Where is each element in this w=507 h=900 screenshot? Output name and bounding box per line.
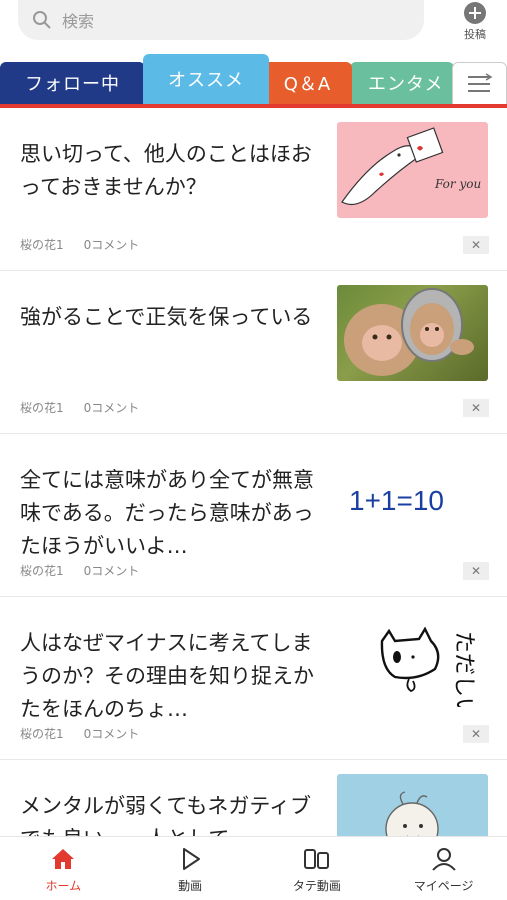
- search-icon: [33, 11, 51, 29]
- search-input[interactable]: 検索: [18, 0, 424, 40]
- nav-label: タテ動画: [292, 879, 341, 893]
- close-icon[interactable]: ✕: [463, 725, 489, 743]
- play-icon: [183, 848, 201, 870]
- list-item[interactable]: 思い切って、他人のことはほおっておきませんか？ For you 桜の花1 0コメン…: [0, 108, 507, 271]
- thumbnail-text: 1+1=10: [349, 485, 444, 516]
- author-name: 桜の花1: [20, 401, 64, 415]
- article-meta: 桜の花1 0コメント: [20, 725, 139, 742]
- list-item[interactable]: 全てには意味があり全てが無意味である。だったら意味があったほうがいいよ… 1+1…: [0, 434, 507, 597]
- comment-count: 0コメント: [83, 238, 140, 252]
- nav-video[interactable]: 動画: [127, 837, 254, 900]
- list-item[interactable]: 人はなぜマイナスに考えてしまうのか？その理由を知り捉えかたをほんのちょ… ただし…: [0, 597, 507, 760]
- article-meta: 桜の花1 0コメント: [20, 236, 139, 253]
- article-meta: 桜の花1 0コメント: [20, 562, 139, 579]
- handwritten-text: ただしい: [451, 631, 476, 707]
- nav-label: 動画: [178, 879, 203, 893]
- tab-qa[interactable]: Q＆A: [263, 62, 352, 104]
- vertical-video-icon: [303, 849, 329, 869]
- header: 検索 投稿: [0, 0, 507, 52]
- bottom-navigation: ホーム 動画 タテ動画 マイページ: [0, 836, 507, 900]
- post-label: 投稿: [464, 28, 486, 41]
- comment-count: 0コメント: [83, 727, 140, 741]
- comment-count: 0コメント: [83, 401, 140, 415]
- nav-mypage[interactable]: マイページ: [380, 837, 507, 900]
- home-icon: [52, 849, 75, 869]
- article-meta: 桜の花1 0コメント: [20, 399, 139, 416]
- article-title: メンタルが弱くてもネガティブでも良い。一人として: [20, 794, 312, 836]
- article-feed: 思い切って、他人のことはほおっておきませんか？ For you 桜の花1 0コメン…: [0, 108, 507, 836]
- comment-count: 0コメント: [83, 564, 140, 578]
- svg-text:ただしい: ただしい: [451, 631, 476, 707]
- list-item[interactable]: 強がることで正気を保っている 桜の花1 0コメント ✕: [0, 271, 507, 434]
- tab-entertainment[interactable]: エンタメ: [350, 62, 454, 104]
- author-name: 桜の花1: [20, 727, 64, 741]
- plus-icon: [464, 2, 486, 24]
- post-button[interactable]: 投稿: [452, 2, 498, 42]
- author-name: 桜の花1: [20, 238, 64, 252]
- menu-icon: [467, 72, 492, 92]
- close-icon[interactable]: ✕: [463, 236, 489, 254]
- author-name: 桜の花1: [20, 564, 64, 578]
- search-placeholder: 検索: [62, 12, 95, 31]
- person-icon: [431, 848, 456, 871]
- tab-recommended[interactable]: オススメ: [143, 54, 269, 104]
- article-thumbnail: ただしい: [337, 611, 488, 707]
- article-thumbnail: 1+1=10: [337, 448, 488, 544]
- close-icon[interactable]: ✕: [463, 562, 489, 580]
- category-tabs: フォロー中 エンタメ Q＆A オススメ: [0, 54, 507, 108]
- tab-menu-button[interactable]: [452, 62, 507, 104]
- nav-label: マイページ: [413, 879, 474, 893]
- close-icon[interactable]: ✕: [463, 399, 489, 417]
- nav-vertical-video[interactable]: タテ動画: [254, 837, 381, 900]
- article-title: 思い切って、他人のことはほおっておきませんか？: [20, 142, 312, 199]
- nav-label: ホーム: [45, 879, 82, 893]
- list-item[interactable]: メンタルが弱くてもネガティブでも良い。一人として: [0, 760, 507, 836]
- article-thumbnail: [337, 774, 488, 836]
- article-thumbnail: For you: [337, 122, 488, 218]
- article-title: 強がることで正気を保っている: [20, 305, 313, 329]
- article-thumbnail: [337, 285, 488, 381]
- article-title: 全てには意味があり全てが無意味である。だったら意味があったほうがいいよ…: [20, 468, 314, 558]
- article-title: 人はなぜマイナスに考えてしまうのか？その理由を知り捉えかたをほんのちょ…: [20, 631, 314, 721]
- thumbnail-text: For you: [434, 177, 481, 191]
- tab-follow[interactable]: フォロー中: [0, 62, 145, 104]
- nav-home[interactable]: ホーム: [0, 837, 127, 900]
